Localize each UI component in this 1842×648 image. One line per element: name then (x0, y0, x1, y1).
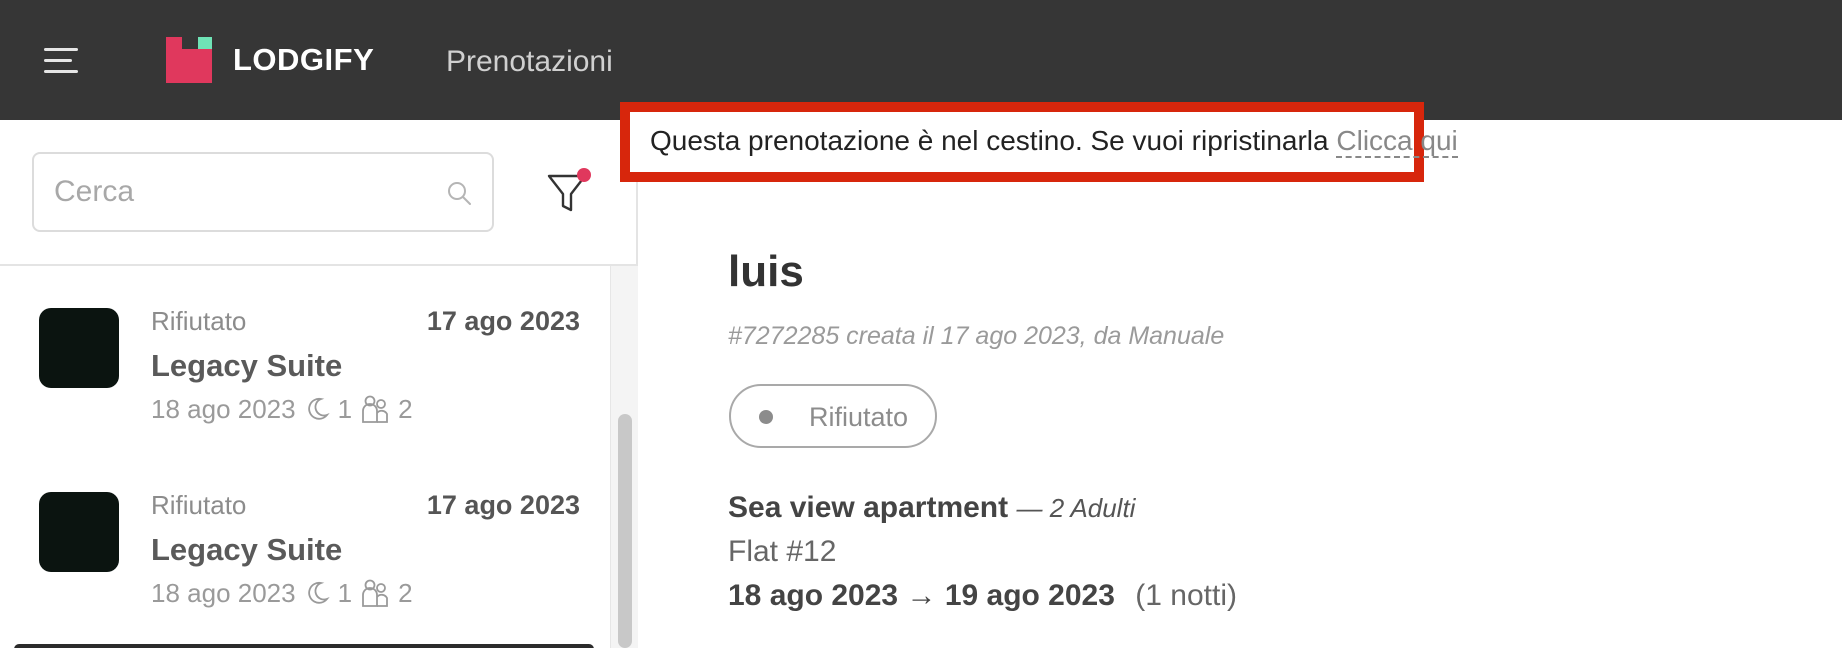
reservation-meta: 18 ago 2023 1 2 (151, 576, 413, 610)
checkin-date: 18 ago 2023 (728, 579, 899, 612)
reservation-created-date: 17 ago 2023 (426, 306, 580, 336)
list-item-partial[interactable] (14, 644, 594, 648)
reservations-list-panel: Rifiutato 17 ago 2023 Legacy Suite 18 ag… (0, 120, 638, 648)
guests-count: 2 (398, 394, 413, 424)
guests-summary: — 2 Adulti (1016, 493, 1136, 523)
brand-name[interactable]: LODGIFY (233, 40, 374, 80)
property-name: Legacy Suite (151, 348, 343, 383)
moon-icon (307, 397, 330, 420)
property-name: Legacy Suite (151, 532, 343, 567)
reservations-list: Rifiutato 17 ago 2023 Legacy Suite 18 ag… (0, 266, 610, 648)
reservation-status: Rifiutato (151, 306, 247, 336)
guests-count: 2 (398, 578, 413, 608)
status-dot-icon (759, 410, 773, 424)
unit-name: Flat #12 (728, 535, 837, 568)
checkout-date: 19 ago 2023 (944, 579, 1115, 612)
moon-icon (307, 581, 330, 604)
property-line: Sea view apartment — 2 Adulti (728, 488, 1135, 528)
nights-count: 1 (337, 394, 353, 424)
restore-link[interactable]: Clicca qui (1336, 125, 1458, 158)
page-section-title: Prenotazioni (446, 45, 613, 78)
filter-active-badge (577, 168, 591, 182)
search-icon[interactable] (446, 180, 472, 206)
reservation-created-date: 17 ago 2023 (426, 490, 580, 520)
nights-count: (1 notti) (1135, 579, 1237, 612)
checkin-date: 18 ago 2023 (151, 394, 296, 424)
reservation-status: Rifiutato (151, 490, 247, 520)
search-input[interactable] (54, 168, 434, 216)
status-badge[interactable]: Rifiutato (729, 384, 937, 448)
nights-count: 1 (337, 578, 353, 608)
trash-notice-text: Questa prenotazione è nel cestino. Se vu… (650, 124, 1458, 158)
trash-notice-message: Questa prenotazione è nel cestino. Se vu… (650, 125, 1329, 156)
booking-meta: #7272285 creata il 17 ago 2023, da Manua… (728, 322, 1225, 350)
property-thumbnail (39, 492, 119, 572)
lodgify-logo-icon[interactable] (166, 37, 212, 83)
property-thumbnail (39, 308, 119, 388)
list-item[interactable]: Rifiutato 17 ago 2023 Legacy Suite 18 ag… (0, 450, 610, 634)
arrow-right-icon: → (906, 579, 937, 612)
guests-icon (362, 579, 388, 607)
menu-icon[interactable] (44, 48, 80, 74)
list-item[interactable]: Rifiutato 17 ago 2023 Legacy Suite 18 ag… (0, 266, 610, 450)
list-scrollbar-thumb[interactable] (618, 414, 632, 648)
stay-dates: 18 ago 2023 → 19 ago 2023 (1 notti) (728, 576, 1237, 616)
trash-notice: Questa prenotazione è nel cestino. Se vu… (620, 102, 1458, 182)
guests-icon (362, 395, 388, 423)
property-name: Sea view apartment (728, 491, 1009, 524)
reservation-meta: 18 ago 2023 1 2 (151, 392, 413, 426)
checkin-date: 18 ago 2023 (151, 578, 296, 608)
guest-name: luis (728, 247, 804, 296)
status-label: Rifiutato (809, 402, 909, 432)
search-box[interactable] (32, 152, 494, 232)
